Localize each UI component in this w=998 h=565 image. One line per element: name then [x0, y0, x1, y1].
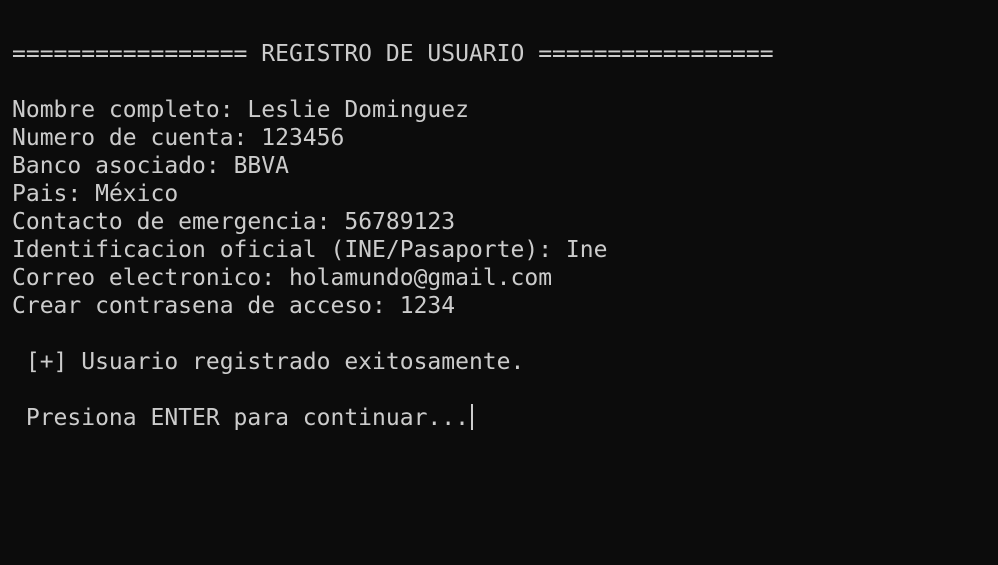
field-banco-asociado: Banco asociado: BBVA: [12, 152, 998, 180]
field-label: Identificacion oficial (INE/Pasaporte):: [12, 237, 566, 263]
field-pais: Pais: México: [12, 180, 998, 208]
success-message: [+] Usuario registrado exitosamente.: [12, 349, 525, 375]
field-label: Numero de cuenta:: [12, 125, 262, 151]
field-nombre-completo: Nombre completo: Leslie Dominguez: [12, 96, 998, 124]
text-cursor: [470, 404, 473, 430]
field-crear-contrasena: Crear contrasena de acceso: 1234: [12, 292, 998, 320]
field-value: Leslie Dominguez: [247, 97, 469, 123]
prompt-text: Presiona ENTER para continuar...: [12, 405, 469, 431]
field-value: BBVA: [233, 153, 289, 179]
field-label: Crear contrasena de acceso:: [12, 293, 400, 319]
field-numero-de-cuenta: Numero de cuenta: 123456: [12, 124, 998, 152]
field-value: 1234: [399, 293, 456, 319]
field-label: Nombre completo:: [12, 97, 248, 123]
field-label: Correo electronico:: [12, 265, 289, 291]
field-label: Contacto de emergencia:: [12, 209, 345, 235]
field-correo-electronico: Correo electronico: holamundo@gmail.com: [12, 264, 998, 292]
field-label: Pais:: [12, 181, 96, 207]
field-contacto-de-emergencia: Contacto de emergencia: 56789123: [12, 208, 998, 236]
terminal-window[interactable]: ================= REGISTRO DE USUARIO ==…: [0, 0, 998, 565]
field-value: holamundo@gmail.com: [288, 265, 553, 291]
field-value: 123456: [261, 125, 345, 151]
field-value: Ine: [565, 237, 608, 263]
field-value: México: [95, 181, 179, 207]
field-value: 56789123: [344, 209, 456, 235]
registration-header: ================= REGISTRO DE USUARIO ==…: [12, 41, 774, 67]
field-identificacion-oficial: Identificacion oficial (INE/Pasaporte): …: [12, 236, 998, 264]
field-label: Banco asociado:: [12, 153, 234, 179]
continue-prompt[interactable]: Presiona ENTER para continuar...: [12, 404, 998, 432]
